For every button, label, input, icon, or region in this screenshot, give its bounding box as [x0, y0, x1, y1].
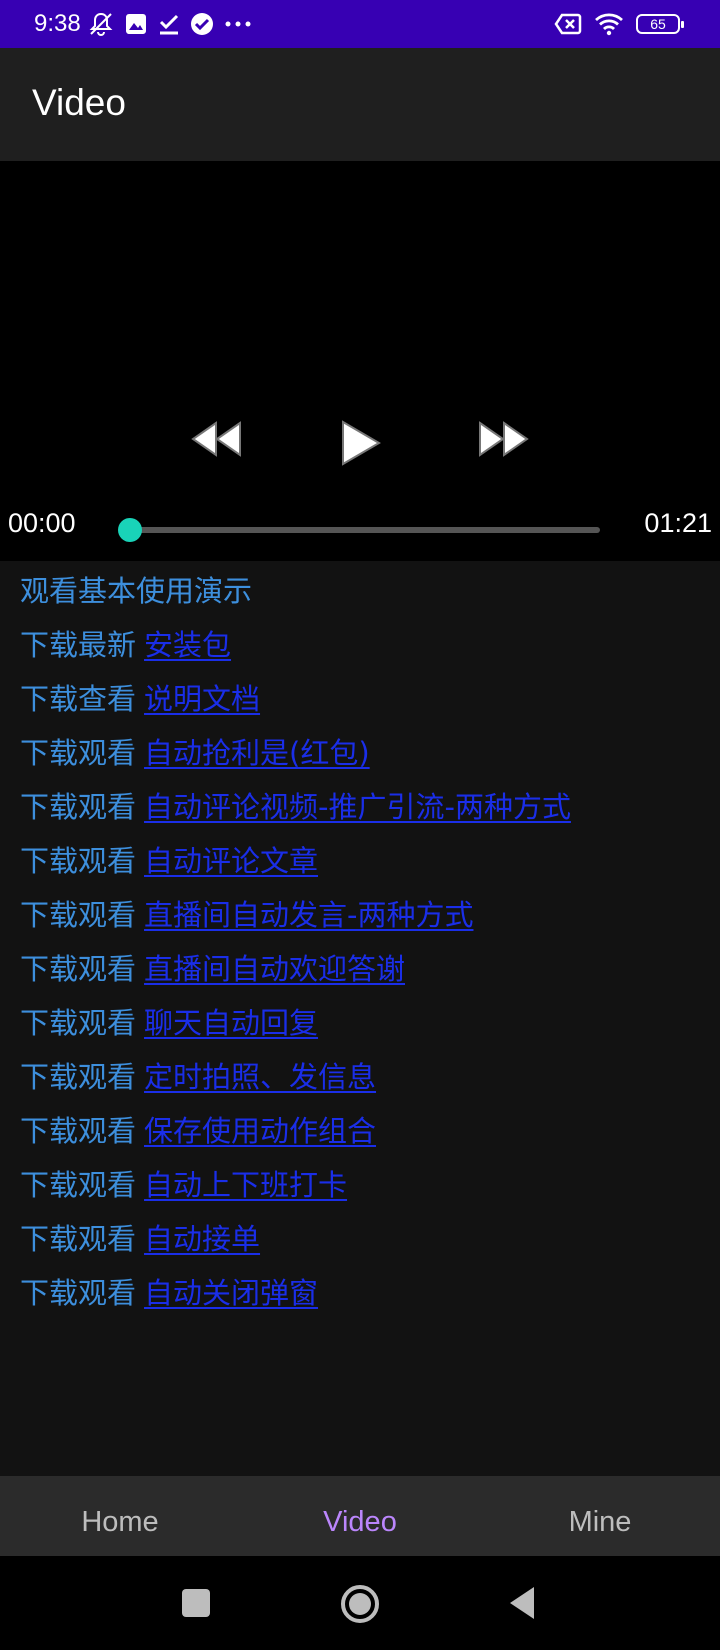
seek-thumb[interactable]: [117, 518, 142, 542]
download-link[interactable]: 自动评论文章: [144, 844, 318, 878]
play-icon[interactable]: [337, 419, 383, 467]
list-item: 观看基本使用演示: [20, 568, 252, 622]
link-prefix: 下载最新: [20, 628, 137, 662]
list-item: 下载观看 直播间自动发言-两种方式: [20, 892, 473, 946]
tab-home[interactable]: Home: [0, 1476, 240, 1556]
download-link[interactable]: 聊天自动回复: [144, 1006, 318, 1040]
link-prefix: 下载观看: [20, 1222, 137, 1256]
sim-off-icon: [554, 13, 582, 35]
tab-mine[interactable]: Mine: [480, 1476, 720, 1556]
seek-bar[interactable]: [117, 518, 600, 542]
page-title: Video: [32, 82, 126, 123]
link-prefix: 下载观看: [20, 1168, 137, 1202]
list-item: 下载观看 自动抢利是(红包): [20, 730, 370, 784]
fast-forward-icon[interactable]: [476, 419, 530, 459]
status-bar: 9:38 65: [0, 0, 720, 48]
check-icon: [159, 14, 179, 35]
system-nav-bar: [0, 1556, 720, 1650]
link-prefix: 下载观看: [20, 952, 137, 986]
download-link[interactable]: 安装包: [144, 628, 231, 662]
status-time: 9:38: [34, 10, 81, 37]
link-prefix: 下载观看: [20, 790, 137, 824]
video-player[interactable]: 00:00 01:21: [0, 161, 720, 561]
download-link[interactable]: 自动评论视频-推广引流-两种方式: [144, 790, 571, 824]
link-prefix: 下载观看: [20, 736, 137, 770]
list-item: 下载观看 自动上下班打卡: [20, 1162, 347, 1216]
link-prefix: 下载观看: [20, 898, 137, 932]
status-icons-right: 65: [554, 10, 684, 38]
link-prefix: 下载观看: [20, 1276, 137, 1310]
tab-video[interactable]: Video: [240, 1476, 480, 1556]
list-item: 下载查看 说明文档: [20, 676, 260, 730]
image-icon: [126, 14, 146, 34]
list-item: 下载观看 聊天自动回复: [20, 1000, 318, 1054]
status-icons-left: [88, 10, 252, 38]
download-link[interactable]: 说明文档: [144, 682, 260, 716]
verified-icon: [191, 13, 213, 35]
list-item: 下载最新 安装包: [20, 622, 231, 676]
list-item: 下载观看 自动关闭弹窗: [20, 1270, 318, 1324]
muted-icon: [89, 12, 113, 36]
recents-icon[interactable]: [180, 1584, 212, 1622]
download-link[interactable]: 自动上下班打卡: [144, 1168, 347, 1202]
download-link[interactable]: 直播间自动欢迎答谢: [144, 952, 405, 986]
list-item: 下载观看 自动接单: [20, 1216, 260, 1270]
battery-level: 65: [650, 16, 666, 32]
link-prefix: 下载观看: [20, 1060, 137, 1094]
rewind-icon[interactable]: [190, 419, 244, 459]
back-icon[interactable]: [506, 1584, 538, 1622]
link-prefix: 下载观看: [20, 1114, 137, 1148]
link-list: 观看基本使用演示 下载最新 安装包 下载查看 说明文档 下载观看 自动抢利是(红包) 下载观看…: [0, 561, 720, 1476]
bottom-nav: Home Video Mine: [0, 1476, 720, 1556]
list-item: 下载观看 自动评论视频-推广引流-两种方式: [20, 784, 571, 838]
download-link[interactable]: 自动接单: [144, 1222, 260, 1256]
download-link[interactable]: 自动抢利是(红包): [144, 736, 370, 770]
link-prefix: 下载观看: [20, 1006, 137, 1040]
home-icon[interactable]: [340, 1584, 380, 1624]
more-icon: [225, 21, 251, 27]
list-item: 下载观看 保存使用动作组合: [20, 1108, 376, 1162]
total-time: 01:21: [644, 508, 712, 538]
current-time: 00:00: [8, 508, 76, 538]
wifi-icon: [595, 13, 623, 36]
download-link[interactable]: 定时拍照、发信息: [144, 1060, 376, 1094]
download-link[interactable]: 直播间自动发言-两种方式: [144, 898, 473, 932]
link-prefix: 下载观看: [20, 844, 137, 878]
link-prefix[interactable]: 观看基本使用演示: [20, 574, 252, 608]
download-link[interactable]: 保存使用动作组合: [144, 1114, 376, 1148]
battery-icon: 65: [636, 14, 684, 34]
app-bar: Video: [0, 48, 720, 161]
link-prefix: 下载查看: [20, 682, 137, 716]
list-item: 下载观看 定时拍照、发信息: [20, 1054, 376, 1108]
download-link[interactable]: 自动关闭弹窗: [144, 1276, 318, 1310]
list-item: 下载观看 直播间自动欢迎答谢: [20, 946, 405, 1000]
list-item: 下载观看 自动评论文章: [20, 838, 318, 892]
